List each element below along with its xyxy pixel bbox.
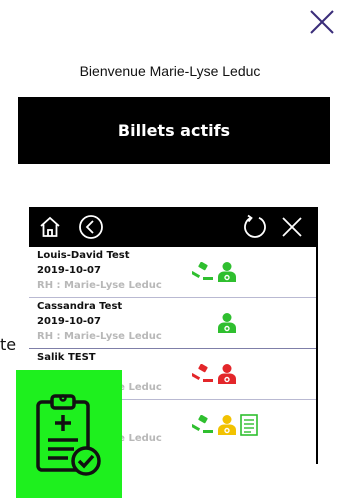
welcome-text: Bienvenue Marie-Lyse Leduc (79, 63, 261, 79)
doctor-icon[interactable] (217, 363, 237, 385)
ticket-date: 2019-10-07 (37, 265, 101, 276)
ticket-row[interactable]: Cassandra Test 2019-10-07 RH : Marie-Lys… (29, 298, 316, 348)
partial-text: te (0, 335, 17, 354)
ticket-name: Louis-David Test (37, 250, 130, 261)
gavel-icon[interactable] (192, 364, 214, 384)
home-icon[interactable] (35, 207, 65, 247)
ticket-rh: RH : Marie-Lyse Leduc (37, 280, 162, 291)
document-icon[interactable] (240, 414, 258, 436)
doctor-icon[interactable] (217, 312, 237, 334)
active-tickets-button[interactable]: Billets actifs (18, 97, 330, 164)
close-icon[interactable] (277, 207, 307, 247)
clipboard-check-icon (30, 392, 110, 486)
back-icon[interactable] (75, 207, 107, 247)
active-tickets-label: Billets actifs (117, 121, 231, 140)
ticket-name: Salik TEST (37, 352, 96, 363)
medical-clipboard-button[interactable] (16, 370, 122, 498)
doctor-icon[interactable] (217, 414, 237, 436)
gavel-icon[interactable] (192, 415, 214, 435)
refresh-icon[interactable] (239, 207, 271, 247)
ticket-name: Cassandra Test (37, 301, 123, 312)
doctor-icon[interactable] (217, 261, 237, 283)
ticket-rh: RH : Marie-Lyse Leduc (37, 331, 162, 342)
close-icon[interactable] (308, 8, 336, 36)
panel-toolbar (29, 207, 316, 247)
ticket-date: 2019-10-07 (37, 316, 101, 327)
gavel-icon[interactable] (192, 262, 214, 282)
ticket-row[interactable]: Louis-David Test 2019-10-07 RH : Marie-L… (29, 247, 316, 297)
